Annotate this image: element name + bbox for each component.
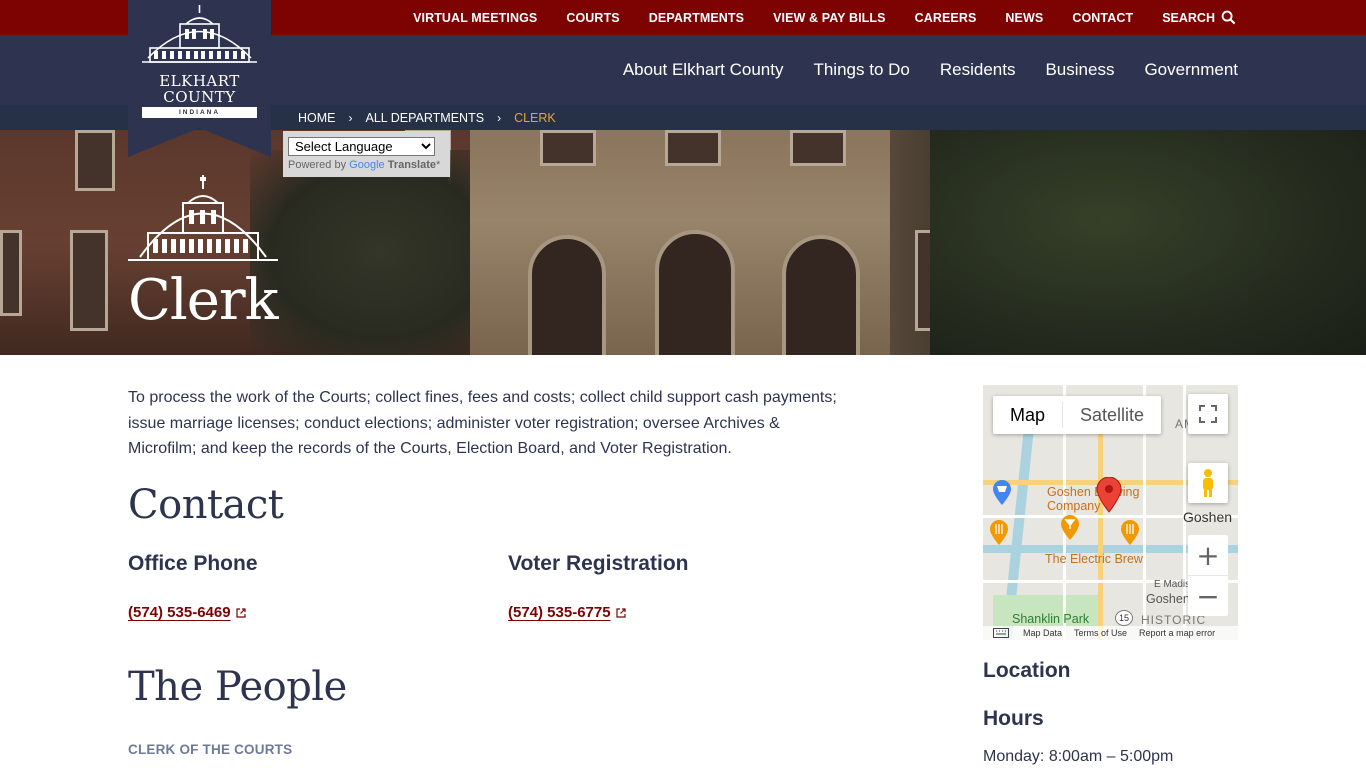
minus-icon: − [1196, 579, 1220, 613]
map-label-goshen: Goshen [1183, 509, 1233, 525]
nav-about[interactable]: About Elkhart County [623, 60, 784, 80]
restaurant-pin-icon[interactable] [988, 520, 1010, 546]
breadcrumb-home[interactable]: HOME [298, 111, 336, 125]
external-link-icon [235, 607, 246, 618]
nav-things-to-do[interactable]: Things to Do [813, 60, 909, 80]
utility-link-careers[interactable]: CAREERS [915, 11, 977, 25]
powered-by-google: Powered by Google Translate* [288, 159, 440, 171]
breadcrumb-separator: › [348, 110, 353, 125]
map-route-shield: 15 [1115, 610, 1133, 626]
utility-nav: VIRTUAL MEETINGS COURTS DEPARTMENTS VIEW… [384, 0, 1236, 35]
map-label-company: Company [1047, 499, 1101, 513]
translate-link[interactable]: Translate [388, 159, 436, 171]
fullscreen-icon [1199, 405, 1217, 423]
nav-government[interactable]: Government [1144, 60, 1238, 80]
zoom-in-button[interactable]: + [1188, 535, 1228, 576]
map-label-shanklin: Shanklin Park [1012, 612, 1090, 626]
plus-icon: + [1196, 538, 1220, 572]
hours-heading: Hours [983, 707, 1044, 730]
map-road [1098, 425, 1103, 640]
restaurant-pin-icon[interactable] [1059, 515, 1081, 541]
search-icon [1221, 10, 1236, 25]
restaurant-pin-icon[interactable] [1119, 520, 1141, 546]
clerk-of-courts-label: CLERK OF THE COURTS [128, 742, 293, 757]
logo-text-indiana: INDIANA [142, 107, 257, 118]
shopping-pin-icon[interactable] [991, 480, 1013, 506]
fullscreen-button[interactable] [1188, 394, 1228, 434]
map-label-madison: E Madis [1154, 579, 1191, 590]
voter-phone-number: (574) 535-6775 [508, 604, 611, 621]
map-type-control: Map Satellite [993, 396, 1162, 434]
pegman-icon [1203, 469, 1213, 497]
language-select[interactable]: Select Language [288, 137, 435, 156]
breadcrumb: HOME › ALL DEPARTMENTS › CLERK [298, 105, 556, 130]
zoom-out-button[interactable]: − [1188, 576, 1228, 616]
location-map[interactable]: Goshen Brewing Company The Electric Brew… [983, 385, 1238, 640]
location-heading: Location [983, 659, 1071, 682]
google-translate-widget: Select Language Powered by Google Transl… [283, 131, 450, 177]
map-marker-icon[interactable] [1094, 477, 1124, 513]
hours-monday: Monday: 8:00am – 5:00pm [983, 748, 1174, 765]
breadcrumb-current: CLERK [514, 110, 556, 125]
translate-asterisk: * [436, 159, 441, 171]
map-data-link[interactable]: Map Data [1023, 628, 1062, 638]
search-button[interactable]: SEARCH [1162, 10, 1236, 25]
office-phone-heading: Office Phone [128, 552, 258, 575]
courthouse-icon [128, 175, 278, 269]
map-footer: Map Data Terms of Use Report a map error [983, 626, 1238, 640]
utility-link-courts[interactable]: COURTS [566, 11, 619, 25]
utility-link-virtual-meetings[interactable]: VIRTUAL MEETINGS [413, 11, 537, 25]
utility-link-contact[interactable]: CONTACT [1072, 11, 1133, 25]
search-label: SEARCH [1162, 10, 1215, 25]
report-map-error-link[interactable]: Report a map error [1139, 628, 1215, 638]
voter-registration-heading: Voter Registration [508, 552, 689, 575]
powered-by-label: Powered by [288, 159, 347, 171]
breadcrumb-separator: › [497, 110, 502, 125]
logo-text-county: COUNTY [163, 88, 236, 106]
keyboard-icon[interactable] [993, 628, 1009, 638]
voter-phone-link[interactable]: (574) 535-6775 [508, 604, 626, 621]
nav-business[interactable]: Business [1045, 60, 1114, 80]
utility-link-news[interactable]: NEWS [1005, 11, 1043, 25]
street-view-button[interactable] [1188, 463, 1228, 503]
nav-residents[interactable]: Residents [940, 60, 1016, 80]
site-logo[interactable]: ELKHART COUNTY INDIANA [128, 0, 271, 157]
terms-of-use-link[interactable]: Terms of Use [1074, 628, 1127, 638]
contact-heading: Contact [128, 482, 284, 528]
main-nav: About Elkhart County Things to Do Reside… [593, 35, 1238, 105]
page-title: Clerk [128, 268, 279, 333]
map-label-electric-brew: The Electric Brew [1045, 552, 1143, 566]
department-description: To process the work of the Courts; colle… [128, 389, 837, 457]
map-tab-map[interactable]: Map [993, 396, 1062, 434]
people-heading: The People [128, 664, 347, 710]
map-tab-satellite[interactable]: Satellite [1063, 396, 1161, 434]
external-link-icon [615, 607, 626, 618]
utility-link-pay-bills[interactable]: VIEW & PAY BILLS [773, 11, 886, 25]
google-wordmark: Google [349, 159, 385, 171]
breadcrumb-all-departments[interactable]: ALL DEPARTMENTS [366, 111, 485, 125]
utility-link-departments[interactable]: DEPARTMENTS [649, 11, 744, 25]
office-phone-number: (574) 535-6469 [128, 604, 231, 621]
office-phone-link[interactable]: (574) 535-6469 [128, 604, 246, 621]
